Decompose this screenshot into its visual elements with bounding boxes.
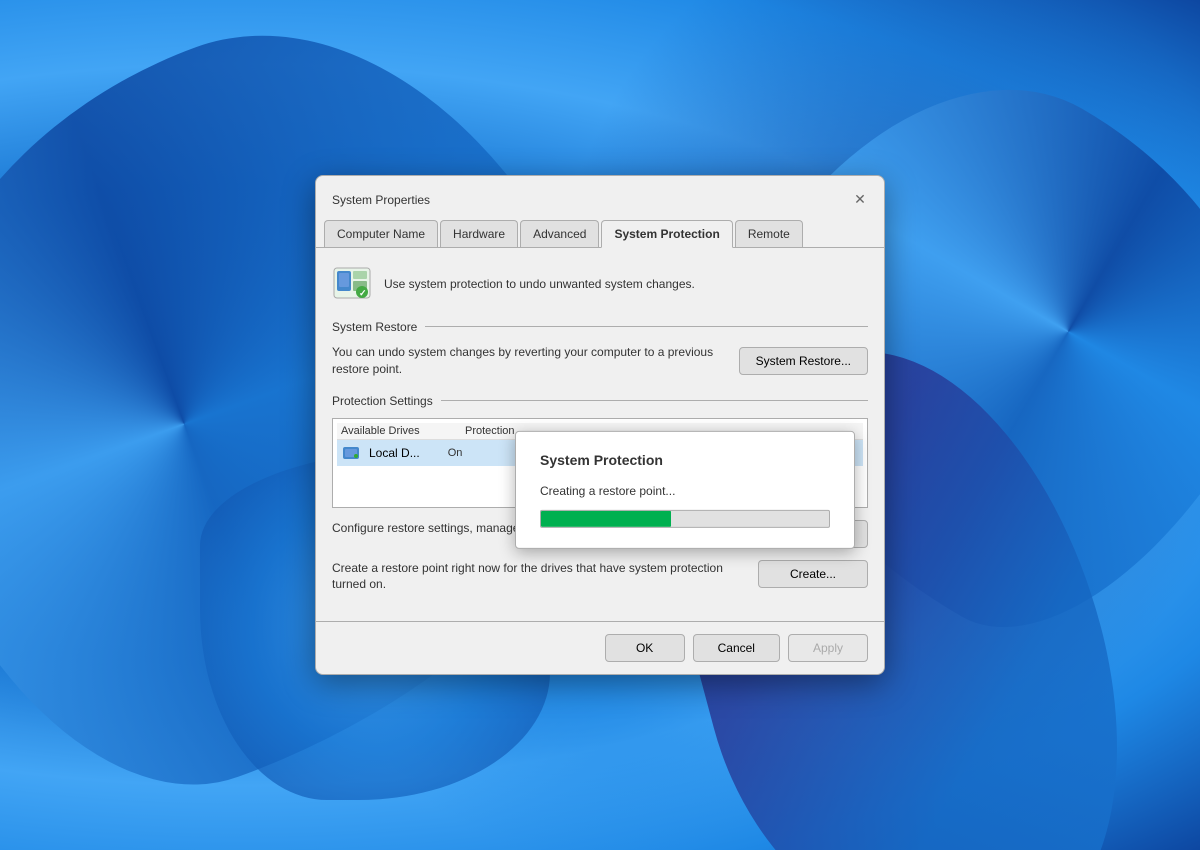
create-row: Create a restore point right now for the… [332, 560, 868, 594]
tab-computer-name[interactable]: Computer Name [324, 220, 438, 247]
progress-dialog-title: System Protection [540, 452, 830, 468]
create-description: Create a restore point right now for the… [332, 560, 742, 594]
apply-button[interactable]: Apply [788, 634, 868, 662]
restore-description: You can undo system changes by reverting… [332, 344, 723, 378]
protection-settings-label: Protection Settings [332, 394, 433, 408]
tab-advanced[interactable]: Advanced [520, 220, 599, 247]
progress-bar-container [540, 510, 830, 528]
system-restore-label: System Restore [332, 320, 417, 334]
system-restore-divider: System Restore [332, 320, 868, 334]
restore-section: You can undo system changes by reverting… [332, 344, 868, 378]
progress-dialog: System Protection Creating a restore poi… [515, 431, 855, 549]
drive-icon [341, 443, 361, 463]
system-properties-dialog: System Properties ✕ Computer Name Hardwa… [315, 175, 885, 675]
progress-bar-fill [541, 511, 671, 527]
col-header-available: Available Drives [341, 425, 461, 437]
dialog-container: System Properties ✕ Computer Name Hardwa… [0, 0, 1200, 850]
header-description: Use system protection to undo unwanted s… [384, 276, 695, 293]
divider-line-2 [441, 400, 868, 401]
cancel-button[interactable]: Cancel [693, 634, 780, 662]
dialog-titlebar: System Properties ✕ [316, 176, 884, 212]
tab-system-protection[interactable]: System Protection [601, 220, 732, 248]
system-protection-icon: ✓ [332, 264, 372, 304]
close-button[interactable]: ✕ [848, 188, 872, 212]
dialog-footer: OK Cancel Apply [316, 621, 884, 674]
drive-protection-status: On [448, 447, 463, 459]
progress-message: Creating a restore point... [540, 484, 830, 498]
ok-button[interactable]: OK [605, 634, 685, 662]
svg-text:✓: ✓ [359, 288, 367, 298]
header-section: ✓ Use system protection to undo unwanted… [332, 264, 868, 304]
protection-settings-divider: Protection Settings [332, 394, 868, 408]
tabs-bar: Computer Name Hardware Advanced System P… [316, 212, 884, 247]
divider-line-1 [425, 326, 868, 327]
dialog-title: System Properties [332, 193, 430, 207]
create-button[interactable]: Create... [758, 560, 868, 588]
system-restore-button[interactable]: System Restore... [739, 347, 868, 375]
tab-remote[interactable]: Remote [735, 220, 803, 247]
drive-name: Local D... [369, 446, 420, 460]
tab-hardware[interactable]: Hardware [440, 220, 518, 247]
